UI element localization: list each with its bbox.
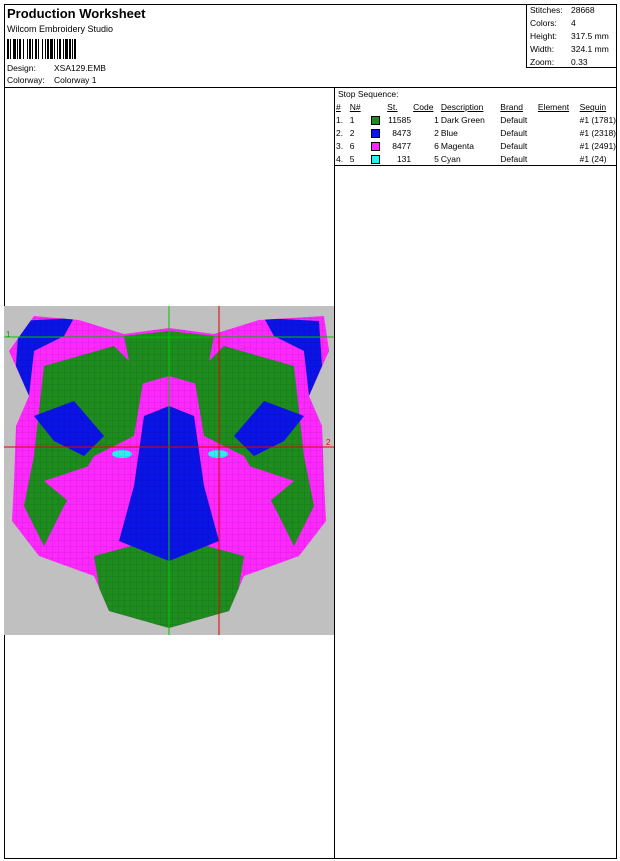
row-brand: Default [500,127,528,138]
design-row: Design: XSA129.EMB [7,63,106,73]
design-value: XSA129.EMB [54,63,106,73]
row-element [537,152,579,165]
table-row: 3. 6 8477 6 Magenta Default #1 (2491) [335,139,617,152]
col-header-index: # [336,101,341,112]
color-swatch [370,113,386,126]
color-swatch [370,152,386,165]
row-index: 2. [336,127,344,138]
colorway-label: Colorway: [7,75,45,85]
row-needle: 1 [349,114,355,125]
row-sequin: #1 (1781) [579,114,616,125]
color-swatch-box [371,115,381,125]
row-code: 5 [434,153,439,164]
col-header-swatch [370,100,386,113]
row-index: 1. [336,114,344,125]
software-name: Wilcom Embroidery Studio [7,24,114,34]
stat-stitches: Stitches: 28668 [530,5,595,15]
row-brand: Default [500,153,528,164]
row-needle: 6 [349,140,355,151]
row-brand: Default [500,114,528,125]
row-index: 4. [336,153,344,164]
row-needle: 5 [349,153,355,164]
stop-sequence-divider [335,165,617,166]
row-description: Magenta [440,140,474,151]
row-element [537,113,579,126]
row-sequin: #1 (24) [579,153,607,164]
stat-zoom: Zoom: 0.33 [530,57,588,67]
stats-panel: Stitches: 28668 Colors: 4 Height: 317.5 mm … [526,4,617,68]
stop-sequence-header-row: # N# St. Code Description Brand Element … [335,100,617,113]
row-description: Cyan [440,153,461,164]
color-swatch [370,139,386,152]
row-description: Blue [440,127,458,138]
colorway-row: Colorway: Colorway 1 [7,75,97,85]
row-stitches: 8473 [392,127,412,138]
row-stitches: 11585 [388,114,412,125]
col-header-needle: N# [349,101,361,112]
row-element [537,139,579,152]
barcode-icon [7,39,76,59]
row-needle: 2 [349,127,355,138]
stat-height: Height: 317.5 mm [530,31,609,41]
color-swatch-box [371,154,381,164]
col-header-sequin: Sequin [579,101,607,112]
row-code: 6 [434,140,439,151]
row-sequin: #1 (2318) [579,127,616,138]
row-index: 3. [336,140,344,151]
table-row: 4. 5 131 5 Cyan Default #1 (24) [335,152,617,165]
color-swatch [370,126,386,139]
col-header-stitches: St. [387,101,398,112]
worksheet-header: Production Worksheet Wilcom Embroidery S… [4,4,617,88]
col-header-brand: Brand [500,101,523,112]
design-preview-image: 1 2 [4,306,334,635]
row-brand: Default [500,140,528,151]
design-label: Design: [7,63,36,73]
stop-sequence-pane: Stop Sequence: # N# St. Code Description… [334,88,617,859]
row-stitches: 8477 [392,140,412,151]
col-header-code: Code [413,101,434,112]
row-element [537,126,579,139]
row-stitches: 131 [396,153,412,164]
row-code: 1 [434,114,439,125]
table-row: 1. 1 11585 1 Dark Green Default #1 (1781) [335,113,617,126]
color-swatch-box [371,141,381,151]
stat-colors: Colors: 4 [530,18,576,28]
table-row: 2. 2 8473 2 Blue Default #1 (2318) [335,126,617,139]
guide-marker-2: 2 [326,438,331,447]
stat-width: Width: 324.1 mm [530,44,609,54]
guide-marker-1: 1 [6,330,11,339]
row-code: 2 [434,127,439,138]
col-header-element: Element [537,101,570,112]
colorway-value: Colorway 1 [54,75,97,85]
row-description: Dark Green [440,114,485,125]
col-header-description: Description [440,101,484,112]
page-title: Production Worksheet [7,6,146,21]
color-swatch-box [371,128,381,138]
stop-sequence-table: # N# St. Code Description Brand Element … [335,100,617,165]
stop-sequence-title: Stop Sequence: [338,89,399,99]
row-sequin: #1 (2491) [579,140,616,151]
design-preview-pane: 1 2 [4,88,334,859]
